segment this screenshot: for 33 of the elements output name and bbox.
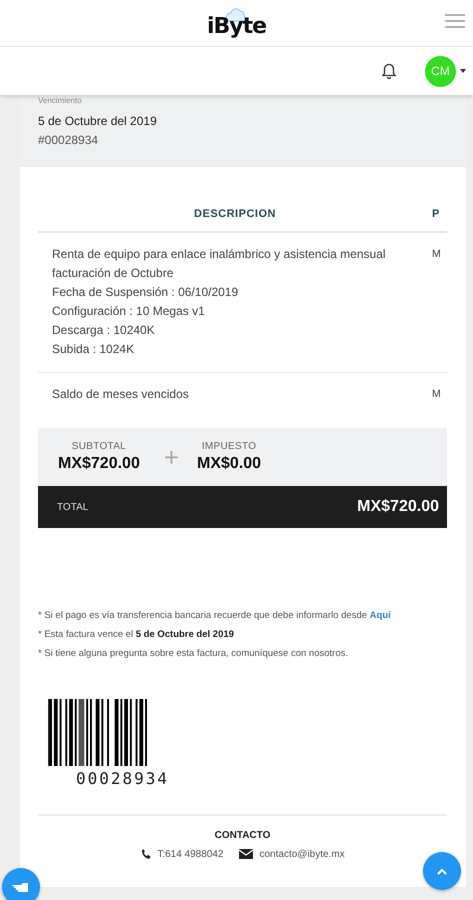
subtotal-label: SUBTOTAL (72, 441, 126, 452)
description-cell-text: Renta de equipo para enlace inalámbrico y asistencia mensual facturación de Octubre Fecha de Suspensión : 06/10/2019 Configuración : 10 Megas v1 Descarga : 10240K Subida : 1024K (52, 246, 387, 358)
barcode-number: 00028934 (76, 769, 170, 788)
tax-amount: MX$0.00 (197, 455, 262, 473)
description-cell-text: Saldo de meses vencidos (52, 386, 190, 403)
total-amount: MX$720.00 (357, 498, 439, 516)
due-date: 5 de Octubre del 2019 (38, 113, 158, 129)
table-cell-text: M (432, 387, 442, 402)
note-text: * Esta factura vence el 5 de Octubre del 2019 (38, 628, 235, 642)
help-button[interactable] (2, 868, 40, 900)
note-text: * Si tiene alguna pregunta sobre esta factura, comuníquese con nosotros. (38, 647, 350, 661)
plus-sign: + (164, 442, 180, 472)
total-label: TOTAL (57, 502, 88, 512)
column-header: P (432, 208, 441, 220)
chevron-up-icon (437, 868, 447, 874)
email-icon (239, 849, 254, 859)
contact-title: CONTACTO (214, 830, 270, 841)
logo-text: iByte (206, 16, 266, 38)
notification-bell-icon[interactable] (381, 62, 397, 80)
menu-icon[interactable] (445, 14, 465, 28)
note-text: * Si el pago es vía transferencia bancaria recuerde que debe informarlo desde Aquí (38, 609, 392, 623)
invoice-number: #00028934 (38, 132, 100, 148)
table-cell-text: M (432, 247, 442, 262)
column-header: DESCRIPCION (193, 208, 277, 220)
email-address: contacto@ibyte.mx (259, 848, 345, 860)
link[interactable]: Aquí (370, 610, 391, 621)
pointing-hand-icon (11, 880, 31, 894)
caret-icon[interactable] (460, 69, 466, 73)
tax-label: IMPUESTO (202, 441, 256, 452)
phone-number: T:614 4988042 (157, 848, 224, 860)
phone-icon (140, 848, 152, 860)
due-label: Vencimiento (38, 96, 83, 106)
subtotal-amount: MX$720.00 (58, 455, 140, 473)
